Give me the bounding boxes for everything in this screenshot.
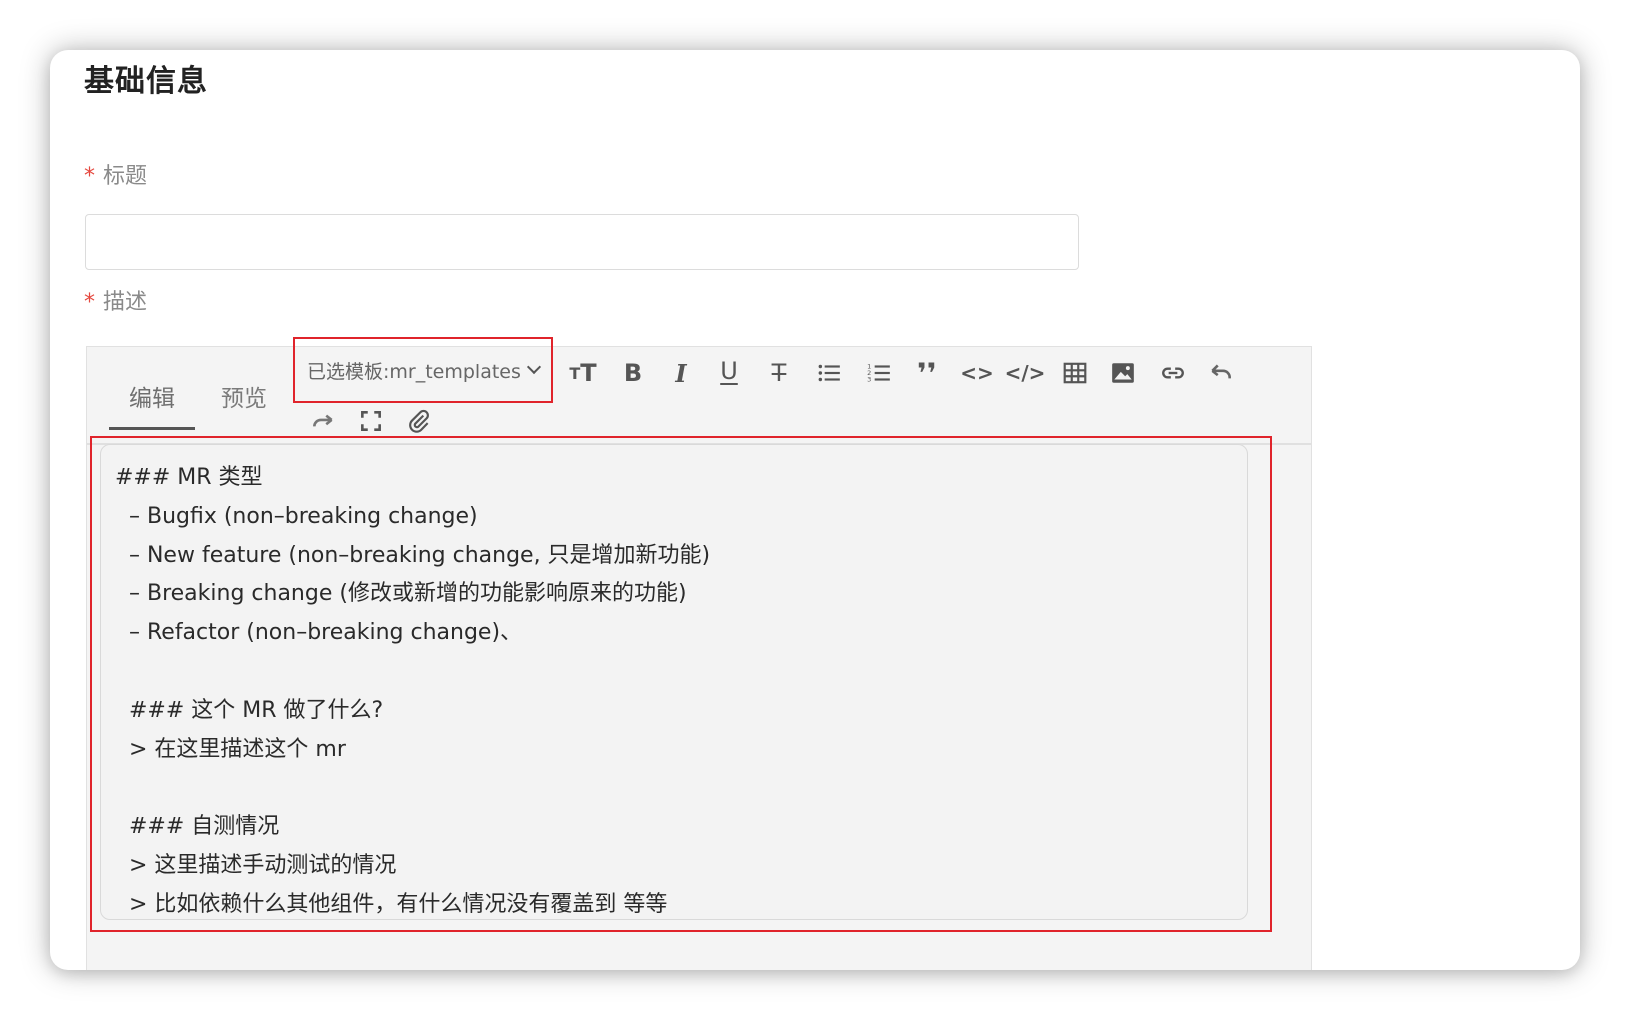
tab-preview[interactable]: 预览: [221, 379, 267, 427]
quote-icon[interactable]: ❜❜: [909, 355, 945, 391]
content-line: [115, 653, 1233, 692]
content-line: – New feature (non–breaking change, 只是增加…: [115, 542, 711, 568]
required-mark: *: [84, 290, 95, 315]
description-label-text: 描述: [103, 290, 148, 315]
template-select[interactable]: 已选模板:mr_templates: [293, 337, 553, 403]
tab-edit[interactable]: 编辑: [109, 379, 195, 430]
chevron-down-icon: [526, 359, 541, 375]
content-line: – Breaking change (修改或新增的功能影响原来的功能): [115, 581, 687, 607]
code-inline-icon[interactable]: <>: [959, 355, 995, 391]
image-icon[interactable]: [1105, 355, 1141, 391]
template-select-value: 已选模板:mr_templates: [307, 360, 521, 383]
content-line: – Bugfix (non–breaking change): [115, 503, 478, 529]
content-line: > 这里描述手动测试的情况: [115, 852, 397, 878]
section-title: 基础信息: [84, 64, 208, 99]
underline-icon[interactable]: U: [711, 353, 747, 389]
tab-edit-label: 编辑: [129, 386, 175, 412]
title-label-text: 标题: [103, 164, 148, 189]
content-line: ### MR 类型: [115, 465, 263, 490]
italic-icon[interactable]: I: [663, 355, 699, 391]
numbered-list-icon[interactable]: 123: [861, 355, 897, 391]
tab-preview-label: 预览: [221, 386, 267, 412]
code-block-icon[interactable]: </>: [1005, 355, 1046, 391]
bullet-list-icon[interactable]: [811, 355, 847, 391]
content-line: [115, 769, 1233, 808]
bold-icon[interactable]: B: [615, 355, 651, 391]
fullscreen-icon[interactable]: [353, 403, 389, 439]
content-line: ### 自测情况: [115, 814, 280, 840]
table-icon[interactable]: [1057, 355, 1093, 391]
content-line: ### 这个 MR 做了什么?: [115, 697, 384, 723]
svg-text:3: 3: [867, 376, 871, 384]
attachment-icon[interactable]: [401, 403, 437, 439]
required-mark: *: [84, 164, 95, 189]
undo-icon[interactable]: [1203, 355, 1239, 391]
strikethrough-icon[interactable]: T: [761, 355, 797, 391]
content-line: > 在这里描述这个 mr: [115, 736, 346, 762]
title-input[interactable]: [85, 214, 1079, 270]
description-textarea[interactable]: ### MR 类型 – Bugfix (non–breaking change)…: [100, 444, 1248, 920]
form-card: 基础信息 * 标题 * 描述 编辑 预览 已选模板:mr_templates TT …: [50, 50, 1580, 970]
description-label: * 描述: [84, 284, 147, 316]
redo-icon[interactable]: [305, 403, 341, 439]
link-icon[interactable]: [1155, 355, 1191, 391]
content-line: > 比如依赖什么其他组件，有什么情况没有覆盖到 等等: [115, 891, 668, 917]
content-line: – Refactor (non–breaking change)、: [115, 620, 523, 646]
title-label: * 标题: [84, 158, 147, 190]
heading-icon[interactable]: TT: [565, 355, 601, 391]
